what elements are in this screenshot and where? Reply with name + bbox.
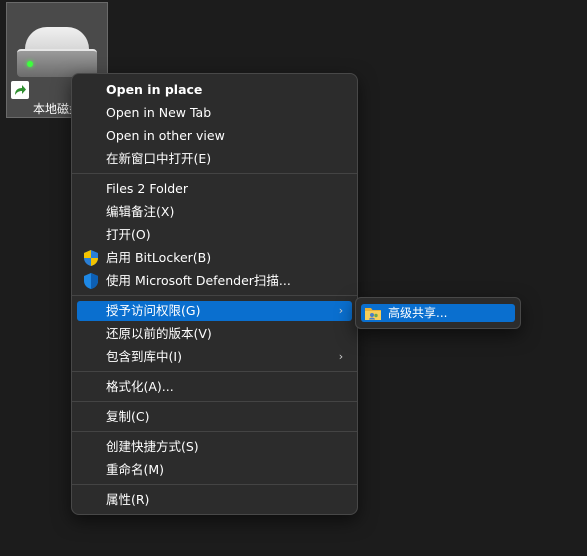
menu-item-label: Open in place xyxy=(106,82,203,97)
menu-item-label: 重命名(M) xyxy=(106,462,165,477)
menu-item-copy[interactable]: 复制(C) xyxy=(77,407,352,427)
submenu-item-label: 高级共享... xyxy=(388,306,448,320)
menu-item-label: 在新窗口中打开(E) xyxy=(106,151,212,166)
menu-item-open-in-other-view[interactable]: Open in other view xyxy=(77,126,352,146)
menu-item-files-2-folder[interactable]: Files 2 Folder xyxy=(77,179,352,199)
menu-separator xyxy=(72,431,357,432)
menu-item-rename[interactable]: 重命名(M) xyxy=(77,460,352,480)
menu-separator xyxy=(72,173,357,174)
menu-item-label: 打开(O) xyxy=(106,227,151,242)
defender-shield-icon xyxy=(82,272,100,290)
hard-drive-icon xyxy=(17,27,97,79)
menu-item-label: 授予访问权限(G) xyxy=(106,303,201,318)
chevron-right-icon: › xyxy=(338,350,344,363)
menu-item-edit-note[interactable]: 编辑备注(X) xyxy=(77,202,352,222)
menu-item-label: 创建快捷方式(S) xyxy=(106,439,199,454)
menu-item-label: 复制(C) xyxy=(106,409,150,424)
menu-item-enable-bitlocker[interactable]: 启用 BitLocker(B) xyxy=(77,248,352,268)
shared-folder-icon xyxy=(364,305,382,321)
menu-item-label: 属性(R) xyxy=(106,492,150,507)
desktop: 本地磁盘 Open in place Open in New Tab Open … xyxy=(0,0,587,556)
context-menu: Open in place Open in New Tab Open in ot… xyxy=(71,73,358,515)
submenu-give-access: 高级共享... xyxy=(355,297,521,329)
menu-item-open-in-place[interactable]: Open in place xyxy=(77,80,352,100)
menu-item-format[interactable]: 格式化(A)... xyxy=(77,377,352,397)
menu-item-open[interactable]: 打开(O) xyxy=(77,225,352,245)
menu-separator xyxy=(72,401,357,402)
menu-item-label: Open in other view xyxy=(106,128,225,143)
menu-item-label: 编辑备注(X) xyxy=(106,204,175,219)
menu-separator xyxy=(72,371,357,372)
menu-item-label: Open in New Tab xyxy=(106,105,212,120)
shield-icon xyxy=(82,249,100,267)
chevron-right-icon: › xyxy=(338,304,344,317)
menu-separator xyxy=(72,295,357,296)
menu-item-label: 启用 BitLocker(B) xyxy=(106,250,212,265)
menu-item-restore-previous-versions[interactable]: 还原以前的版本(V) xyxy=(77,324,352,344)
menu-item-open-in-new-tab[interactable]: Open in New Tab xyxy=(77,103,352,123)
shortcut-arrow-icon xyxy=(11,81,29,99)
menu-item-label: 包含到库中(I) xyxy=(106,349,182,364)
menu-item-defender-scan[interactable]: 使用 Microsoft Defender扫描... xyxy=(77,271,352,291)
menu-item-properties[interactable]: 属性(R) xyxy=(77,490,352,510)
menu-item-open-in-new-window[interactable]: 在新窗口中打开(E) xyxy=(77,149,352,169)
menu-item-label: 使用 Microsoft Defender扫描... xyxy=(106,273,291,288)
menu-item-create-shortcut[interactable]: 创建快捷方式(S) xyxy=(77,437,352,457)
menu-item-label: 格式化(A)... xyxy=(106,379,174,394)
menu-separator xyxy=(72,484,357,485)
menu-item-include-in-library[interactable]: 包含到库中(I) › xyxy=(77,347,352,367)
menu-item-label: Files 2 Folder xyxy=(106,181,188,196)
submenu-item-advanced-sharing[interactable]: 高级共享... xyxy=(361,304,515,322)
menu-item-label: 还原以前的版本(V) xyxy=(106,326,212,341)
menu-item-give-access[interactable]: 授予访问权限(G) › xyxy=(77,301,352,321)
